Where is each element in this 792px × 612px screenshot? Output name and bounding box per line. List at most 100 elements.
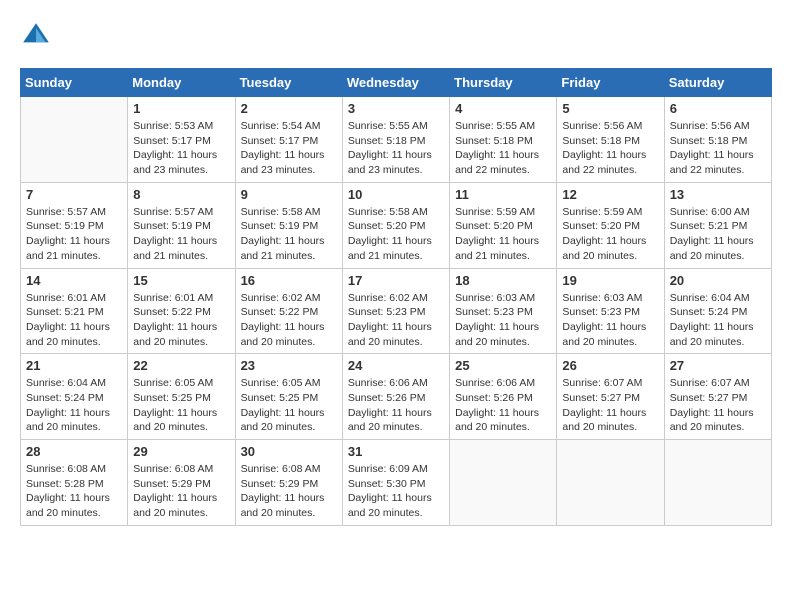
day-info: Sunrise: 6:04 AM Sunset: 5:24 PM Dayligh… <box>26 376 122 435</box>
day-number: 4 <box>455 101 551 116</box>
day-number: 26 <box>562 358 658 373</box>
day-info: Sunrise: 5:55 AM Sunset: 5:18 PM Dayligh… <box>348 119 444 178</box>
calendar-cell: 16 Sunrise: 6:02 AM Sunset: 5:22 PM Dayli… <box>235 268 342 354</box>
day-number: 9 <box>241 187 337 202</box>
calendar-cell: 12 Sunrise: 5:59 AM Sunset: 5:20 PM Dayli… <box>557 182 664 268</box>
day-number: 29 <box>133 444 229 459</box>
day-number: 21 <box>26 358 122 373</box>
day-number: 23 <box>241 358 337 373</box>
day-info: Sunrise: 5:59 AM Sunset: 5:20 PM Dayligh… <box>562 205 658 264</box>
calendar-cell: 10Sunrise: 5:58 AM Sunset: 5:20 PM Dayli… <box>342 182 449 268</box>
calendar-cell: 11 Sunrise: 5:59 AM Sunset: 5:20 PM Dayli… <box>450 182 557 268</box>
calendar-cell: 27 Sunrise: 6:07 AM Sunset: 5:27 PM Dayli… <box>664 354 771 440</box>
calendar-cell <box>664 440 771 526</box>
calendar-week-row: 21 Sunrise: 6:04 AM Sunset: 5:24 PM Dayli… <box>21 354 772 440</box>
calendar-cell: 1 Sunrise: 5:53 AM Sunset: 5:17 PM Daylig… <box>128 97 235 183</box>
day-info: Sunrise: 6:06 AM Sunset: 5:26 PM Dayligh… <box>348 376 444 435</box>
calendar-cell <box>557 440 664 526</box>
calendar-week-row: 14 Sunrise: 6:01 AM Sunset: 5:21 PM Dayli… <box>21 268 772 354</box>
day-number: 30 <box>241 444 337 459</box>
day-info: Sunrise: 6:08 AM Sunset: 5:29 PM Dayligh… <box>133 462 229 521</box>
day-number: 2 <box>241 101 337 116</box>
calendar-cell: 20 Sunrise: 6:04 AM Sunset: 5:24 PM Dayli… <box>664 268 771 354</box>
calendar-cell: 24 Sunrise: 6:06 AM Sunset: 5:26 PM Dayli… <box>342 354 449 440</box>
logo-icon <box>20 20 52 52</box>
day-info: Sunrise: 6:03 AM Sunset: 5:23 PM Dayligh… <box>562 291 658 350</box>
day-number: 13 <box>670 187 766 202</box>
day-info: Sunrise: 5:55 AM Sunset: 5:18 PM Dayligh… <box>455 119 551 178</box>
calendar-cell: 2Sunrise: 5:54 AM Sunset: 5:17 PM Daylig… <box>235 97 342 183</box>
day-number: 16 <box>241 273 337 288</box>
day-number: 1 <box>133 101 229 116</box>
day-number: 27 <box>670 358 766 373</box>
calendar-cell <box>21 97 128 183</box>
day-number: 12 <box>562 187 658 202</box>
calendar-cell: 9 Sunrise: 5:58 AM Sunset: 5:19 PM Daylig… <box>235 182 342 268</box>
calendar-cell: 30Sunrise: 6:08 AM Sunset: 5:29 PM Dayli… <box>235 440 342 526</box>
calendar-cell: 3 Sunrise: 5:55 AM Sunset: 5:18 PM Daylig… <box>342 97 449 183</box>
day-number: 28 <box>26 444 122 459</box>
day-info: Sunrise: 6:00 AM Sunset: 5:21 PM Dayligh… <box>670 205 766 264</box>
calendar-cell: 19 Sunrise: 6:03 AM Sunset: 5:23 PM Dayli… <box>557 268 664 354</box>
day-info: Sunrise: 6:03 AM Sunset: 5:23 PM Dayligh… <box>455 291 551 350</box>
calendar-table: SundayMondayTuesdayWednesdayThursdayFrid… <box>20 68 772 526</box>
day-info: Sunrise: 6:01 AM Sunset: 5:21 PM Dayligh… <box>26 291 122 350</box>
page-header <box>20 20 772 52</box>
day-number: 17 <box>348 273 444 288</box>
calendar-cell: 26 Sunrise: 6:07 AM Sunset: 5:27 PM Dayli… <box>557 354 664 440</box>
day-info: Sunrise: 5:58 AM Sunset: 5:19 PM Dayligh… <box>241 205 337 264</box>
calendar-header-row: SundayMondayTuesdayWednesdayThursdayFrid… <box>21 69 772 97</box>
day-number: 7 <box>26 187 122 202</box>
calendar-cell: 7 Sunrise: 5:57 AM Sunset: 5:19 PM Daylig… <box>21 182 128 268</box>
calendar-cell: 4 Sunrise: 5:55 AM Sunset: 5:18 PM Daylig… <box>450 97 557 183</box>
calendar-cell: 21 Sunrise: 6:04 AM Sunset: 5:24 PM Dayli… <box>21 354 128 440</box>
logo <box>20 20 56 52</box>
calendar-cell: 18Sunrise: 6:03 AM Sunset: 5:23 PM Dayli… <box>450 268 557 354</box>
calendar-cell: 28 Sunrise: 6:08 AM Sunset: 5:28 PM Dayli… <box>21 440 128 526</box>
day-number: 3 <box>348 101 444 116</box>
day-info: Sunrise: 5:59 AM Sunset: 5:20 PM Dayligh… <box>455 205 551 264</box>
day-number: 8 <box>133 187 229 202</box>
calendar-cell: 14 Sunrise: 6:01 AM Sunset: 5:21 PM Dayli… <box>21 268 128 354</box>
calendar-cell: 22 Sunrise: 6:05 AM Sunset: 5:25 PM Dayli… <box>128 354 235 440</box>
day-number: 24 <box>348 358 444 373</box>
day-info: Sunrise: 6:07 AM Sunset: 5:27 PM Dayligh… <box>562 376 658 435</box>
day-info: Sunrise: 5:56 AM Sunset: 5:18 PM Dayligh… <box>670 119 766 178</box>
day-info: Sunrise: 6:05 AM Sunset: 5:25 PM Dayligh… <box>133 376 229 435</box>
day-info: Sunrise: 6:05 AM Sunset: 5:25 PM Dayligh… <box>241 376 337 435</box>
calendar-header-sunday: Sunday <box>21 69 128 97</box>
day-number: 11 <box>455 187 551 202</box>
calendar-week-row: 28 Sunrise: 6:08 AM Sunset: 5:28 PM Dayli… <box>21 440 772 526</box>
day-info: Sunrise: 6:08 AM Sunset: 5:28 PM Dayligh… <box>26 462 122 521</box>
day-info: Sunrise: 6:01 AM Sunset: 5:22 PM Dayligh… <box>133 291 229 350</box>
calendar-header-saturday: Saturday <box>664 69 771 97</box>
calendar-cell: 29 Sunrise: 6:08 AM Sunset: 5:29 PM Dayli… <box>128 440 235 526</box>
calendar-week-row: 7 Sunrise: 5:57 AM Sunset: 5:19 PM Daylig… <box>21 182 772 268</box>
day-info: Sunrise: 5:57 AM Sunset: 5:19 PM Dayligh… <box>133 205 229 264</box>
calendar-cell: 13 Sunrise: 6:00 AM Sunset: 5:21 PM Dayli… <box>664 182 771 268</box>
day-number: 19 <box>562 273 658 288</box>
day-info: Sunrise: 6:02 AM Sunset: 5:22 PM Dayligh… <box>241 291 337 350</box>
calendar-cell: 8 Sunrise: 5:57 AM Sunset: 5:19 PM Daylig… <box>128 182 235 268</box>
calendar-cell: 23 Sunrise: 6:05 AM Sunset: 5:25 PM Dayli… <box>235 354 342 440</box>
day-number: 5 <box>562 101 658 116</box>
calendar-cell <box>450 440 557 526</box>
calendar-cell: 31 Sunrise: 6:09 AM Sunset: 5:30 PM Dayli… <box>342 440 449 526</box>
day-info: Sunrise: 6:04 AM Sunset: 5:24 PM Dayligh… <box>670 291 766 350</box>
calendar-cell: 15Sunrise: 6:01 AM Sunset: 5:22 PM Dayli… <box>128 268 235 354</box>
calendar-cell: 25 Sunrise: 6:06 AM Sunset: 5:26 PM Dayli… <box>450 354 557 440</box>
day-number: 22 <box>133 358 229 373</box>
day-info: Sunrise: 5:53 AM Sunset: 5:17 PM Dayligh… <box>133 119 229 178</box>
day-number: 20 <box>670 273 766 288</box>
day-info: Sunrise: 5:57 AM Sunset: 5:19 PM Dayligh… <box>26 205 122 264</box>
day-number: 14 <box>26 273 122 288</box>
day-info: Sunrise: 6:09 AM Sunset: 5:30 PM Dayligh… <box>348 462 444 521</box>
calendar-cell: 5 Sunrise: 5:56 AM Sunset: 5:18 PM Daylig… <box>557 97 664 183</box>
day-number: 31 <box>348 444 444 459</box>
day-info: Sunrise: 6:02 AM Sunset: 5:23 PM Dayligh… <box>348 291 444 350</box>
calendar-header-thursday: Thursday <box>450 69 557 97</box>
day-info: Sunrise: 6:06 AM Sunset: 5:26 PM Dayligh… <box>455 376 551 435</box>
day-info: Sunrise: 5:56 AM Sunset: 5:18 PM Dayligh… <box>562 119 658 178</box>
day-number: 25 <box>455 358 551 373</box>
day-info: Sunrise: 6:07 AM Sunset: 5:27 PM Dayligh… <box>670 376 766 435</box>
